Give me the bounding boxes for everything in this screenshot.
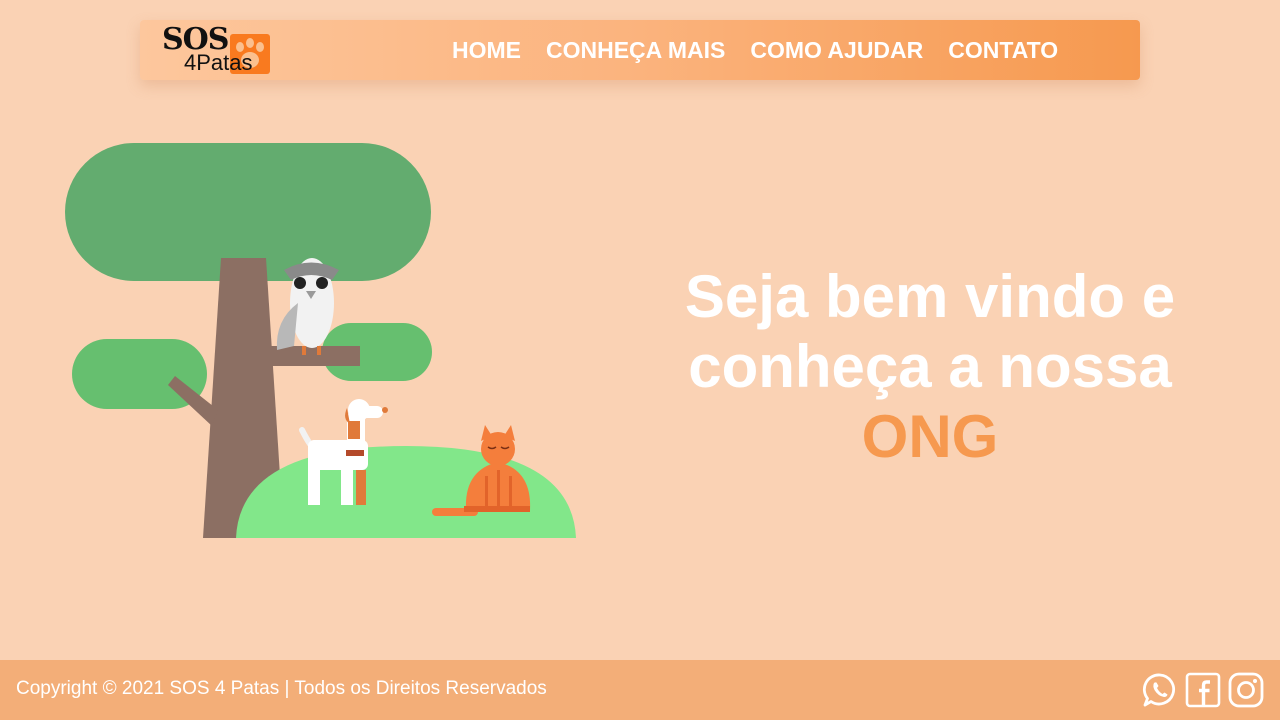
social-links [1135,672,1264,708]
nav-link-contato[interactable]: CONTATO [948,37,1058,64]
hero-heading: Seja bem vindo e conheça a nossa ONG [640,262,1220,472]
nav-menu: HOME CONHEÇA MAIS COMO AJUDAR CONTATO [452,20,1083,80]
hero-line-2: conheça a nossa [688,333,1172,400]
instagram-icon[interactable] [1228,672,1264,708]
whatsapp-icon[interactable] [1142,672,1178,708]
hero-highlight: ONG [861,403,999,470]
logo[interactable]: SOS 4Patas [162,22,272,76]
nav-link-home[interactable]: HOME [452,37,521,64]
nav-link-como-ajudar[interactable]: COMO AJUDAR [750,37,923,64]
logo-subtitle: 4Patas [184,50,253,75]
hero-illustration [65,143,576,538]
footer: Copyright © 2021 SOS 4 Patas | Todos os … [0,660,1280,720]
copyright-text: Copyright © 2021 SOS 4 Patas | Todos os … [16,678,547,699]
navbar: SOS 4Patas HOME CONHEÇA MAIS COMO AJUDAR… [140,20,1140,80]
nav-link-conheca-mais[interactable]: CONHEÇA MAIS [546,37,725,64]
hero-line-1: Seja bem vindo e [684,263,1176,330]
facebook-icon[interactable] [1185,672,1221,708]
